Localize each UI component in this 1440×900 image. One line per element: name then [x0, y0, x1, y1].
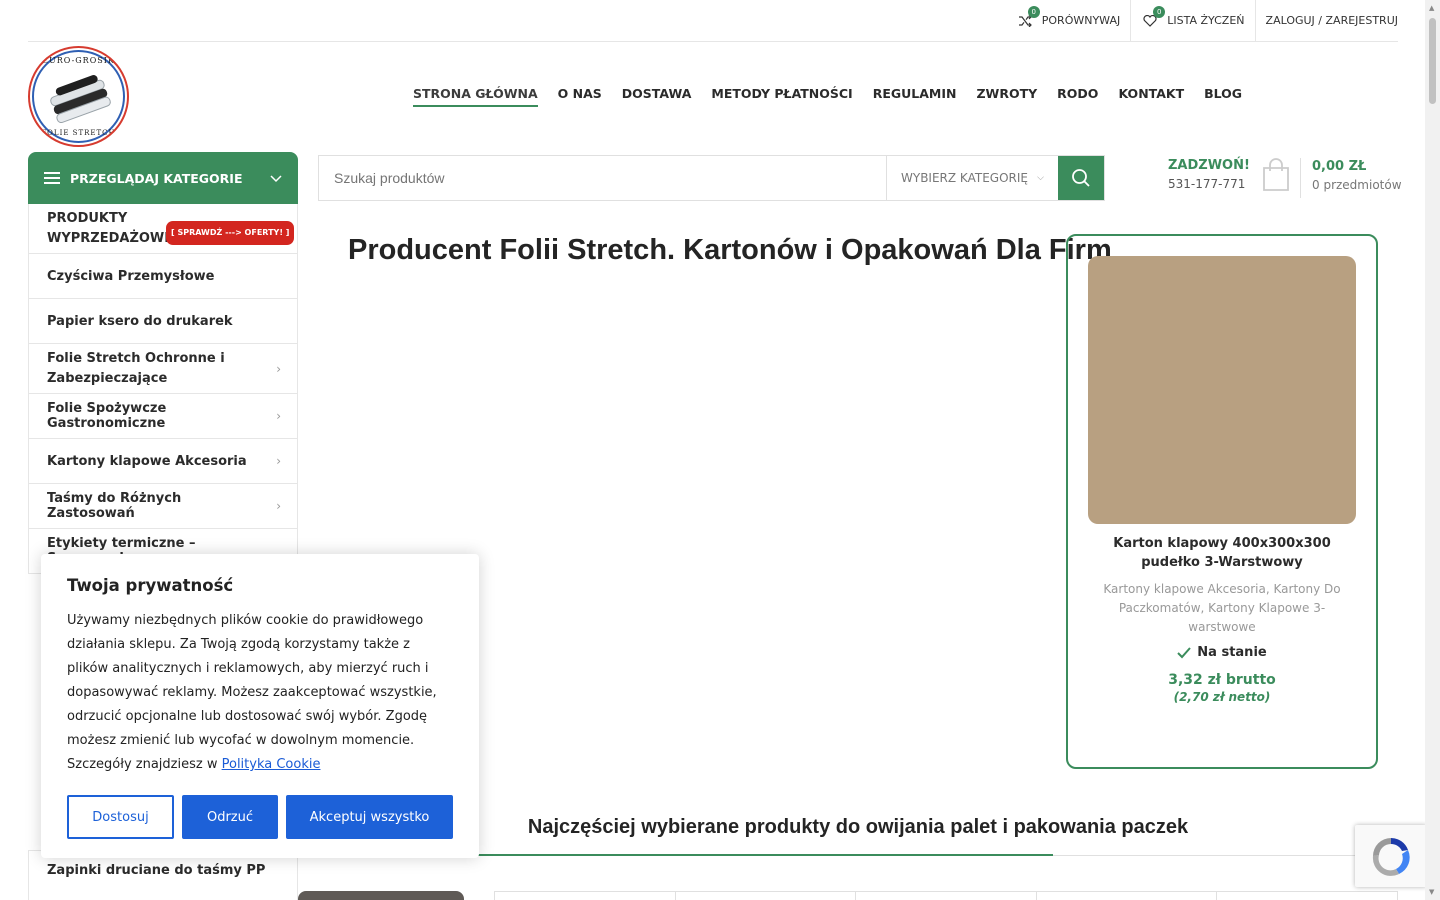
phone-number: 531-177-771 — [1168, 177, 1246, 191]
category-list: PRODUKTY WYPRZEDAŻOWE [ SPRAWDŹ ---> OFE… — [28, 204, 298, 574]
section-underline — [443, 854, 1053, 856]
cart-separator — [1300, 158, 1301, 198]
compare-label: PORÓWNYWAJ — [1041, 14, 1121, 27]
category-select-label: WYBIERZ KATEGORIĘ — [901, 171, 1028, 185]
page-scrollbar[interactable]: ▲ ▼ — [1425, 0, 1440, 900]
chevron-right-icon: › — [276, 454, 281, 468]
wishlist-count-badge: 0 — [1153, 5, 1166, 18]
nav-returns[interactable]: ZWROTY — [976, 86, 1037, 107]
compare-count-badge: 0 — [1027, 5, 1040, 18]
category-item-sale[interactable]: PRODUKTY WYPRZEDAŻOWE [ SPRAWDŹ ---> OFE… — [29, 204, 297, 254]
cookie-body: Używamy niezbędnych plików cookie do pra… — [67, 609, 453, 777]
scrollbar-thumb[interactable] — [1429, 18, 1436, 104]
category-item-cleaning-cloths[interactable]: Czyściwa Przemysłowe — [29, 254, 297, 299]
product-image[interactable] — [1088, 256, 1356, 524]
heart-icon: 0 — [1141, 5, 1166, 30]
product-card[interactable]: Karton klapowy 400x300x300 pudełko 3-War… — [1066, 234, 1378, 769]
chevron-down-icon: ⌵ — [1037, 173, 1044, 183]
cart-count: 0 przedmiotów — [1312, 177, 1402, 192]
search-input[interactable] — [319, 156, 886, 200]
wishlist-label: LISTA ŻYCZEŃ — [1167, 14, 1245, 27]
chevron-down-icon — [270, 171, 282, 186]
shuffle-icon: 0 — [1016, 5, 1040, 30]
product-tile[interactable] — [1217, 892, 1398, 900]
category-item-tapes[interactable]: Taśmy do Różnych Zastosowań › — [29, 484, 297, 529]
category-item-wire-clips[interactable]: Zapinki druciane do taśmy PP — [28, 851, 298, 900]
top-links: 0 PORÓWNYWAJ 0 LISTA ŻYCZEŃ ZALOGUJ / ZA… — [1006, 0, 1398, 41]
customize-button[interactable]: Dostosuj — [67, 795, 174, 839]
category-item-copy-paper[interactable]: Papier ksero do drukarek — [29, 299, 297, 344]
site-logo[interactable]: EURO-GROSIK FOLIE STRETCH — [28, 46, 129, 147]
cookie-policy-link[interactable]: Polityka Cookie — [222, 757, 321, 772]
category-label: PRODUKTY WYPRZEDAŻOWE — [47, 210, 174, 246]
nav-terms[interactable]: REGULAMIN — [873, 86, 957, 107]
section-heading: Najczęściej wybierane produkty do owijan… — [318, 812, 1398, 856]
reject-button[interactable]: Odrzuć — [182, 795, 278, 839]
product-price: 3,32 zł brutto — [1168, 672, 1276, 688]
product-net-price: (2,70 zł netto) — [1173, 690, 1271, 704]
product-tile[interactable] — [494, 892, 676, 900]
cart-amount: 0,00 ZŁ — [1312, 158, 1367, 174]
hamburger-icon — [44, 172, 60, 184]
chevron-right-icon: › — [276, 409, 281, 423]
search-button[interactable] — [1058, 156, 1104, 200]
stock-label: Na stanie — [1197, 645, 1267, 660]
nav-home[interactable]: STRONA GŁÓWNA — [413, 86, 538, 107]
page-title: Producent Folii Stretch. Kartonów i Opak… — [348, 234, 1112, 266]
category-item-food-film[interactable]: Folie Spożywcze Gastronomiczne › — [29, 394, 297, 439]
nav-about[interactable]: O NAS — [558, 86, 602, 107]
cookie-consent-dialog: Twoja prywatność Używamy niezbędnych pli… — [41, 554, 479, 858]
chevron-right-icon: › — [276, 361, 281, 376]
cookie-buttons: Dostosuj Odrzuć Akceptuj wszystko — [67, 795, 453, 839]
compare-link[interactable]: 0 PORÓWNYWAJ — [1006, 0, 1132, 41]
browse-categories-button[interactable]: PRZEGLĄDAJ KATEGORIE — [28, 152, 298, 204]
accept-all-button[interactable]: Akceptuj wszystko — [286, 795, 453, 839]
top-bar: 0 PORÓWNYWAJ 0 LISTA ŻYCZEŃ ZALOGUJ / ZA… — [28, 0, 1398, 42]
product-title[interactable]: Karton klapowy 400x300x300 pudełko 3-War… — [1088, 534, 1356, 572]
shopping-bag-icon — [1262, 158, 1290, 192]
nav-payment-methods[interactable]: METODY PŁATNOŚCI — [711, 86, 852, 107]
search-bar: WYBIERZ KATEGORIĘ ⌵ — [318, 155, 1105, 201]
category-label: Folie Spożywcze Gastronomiczne — [47, 401, 167, 431]
category-item-stretch-film[interactable]: Folie Stretch Ochronne i Zabezpieczające… — [29, 344, 297, 394]
cookie-text: Używamy niezbędnych plików cookie do pra… — [67, 613, 437, 772]
promo-badge: [ SPRAWDŹ ---> OFERTY! ] — [166, 221, 295, 245]
product-tile[interactable] — [1037, 892, 1218, 900]
recaptcha-icon — [1372, 838, 1410, 876]
chevron-right-icon: › — [276, 499, 281, 513]
browse-categories-label: PRZEGLĄDAJ KATEGORIE — [70, 170, 243, 186]
category-label: Taśmy do Różnych Zastosowań — [47, 491, 182, 521]
category-label: Folie Stretch Ochronne i Zabezpieczające — [47, 350, 225, 386]
recaptcha-badge[interactable] — [1355, 825, 1427, 887]
nav-blog[interactable]: BLOG — [1204, 86, 1242, 107]
nav-delivery[interactable]: DOSTAWA — [622, 86, 692, 107]
call-us[interactable]: ZADZWOŃ! 531-177-771 — [1168, 158, 1250, 191]
product-categories[interactable]: Kartony klapowe Akcesoria, Kartony Do Pa… — [1088, 580, 1356, 637]
stock-status: Na stanie — [1088, 645, 1356, 660]
product-tile[interactable] — [856, 892, 1037, 900]
nav-contact[interactable]: KONTAKT — [1118, 86, 1184, 107]
cart-widget[interactable]: 0,00 ZŁ 0 przedmiotów — [1262, 158, 1402, 198]
nav-rodo[interactable]: RODO — [1057, 86, 1098, 107]
logo-bottom-text: FOLIE STRETCH — [41, 129, 116, 137]
section-title: Najczęściej wybierane produkty do owijan… — [527, 816, 1189, 838]
category-label: Kartony klapowe Akcesoria — [47, 453, 247, 469]
scroll-up-icon[interactable]: ▲ — [1429, 4, 1434, 12]
main-nav: STRONA GŁÓWNA O NAS DOSTAWA METODY PŁATN… — [413, 86, 1242, 107]
cookie-title: Twoja prywatność — [67, 576, 234, 595]
category-select[interactable]: WYBIERZ KATEGORIĘ ⌵ — [886, 156, 1058, 200]
category-label: Czyściwa Przemysłowe — [47, 268, 215, 284]
product-grid — [494, 891, 1398, 900]
login-link[interactable]: ZALOGUJ / ZAREJESTRUJ — [1256, 0, 1398, 41]
scroll-down-icon[interactable]: ▼ — [1429, 888, 1434, 896]
category-item-boxes[interactable]: Kartony klapowe Akcesoria › — [29, 439, 297, 484]
category-label: Papier ksero do drukarek — [47, 313, 233, 329]
wishlist-link[interactable]: 0 LISTA ŻYCZEŃ — [1131, 0, 1256, 41]
search-icon — [1072, 169, 1090, 187]
product-tile[interactable] — [676, 892, 857, 900]
product-tab[interactable] — [298, 891, 464, 900]
call-label: ZADZWOŃ! — [1168, 158, 1250, 173]
check-icon — [1177, 646, 1192, 658]
